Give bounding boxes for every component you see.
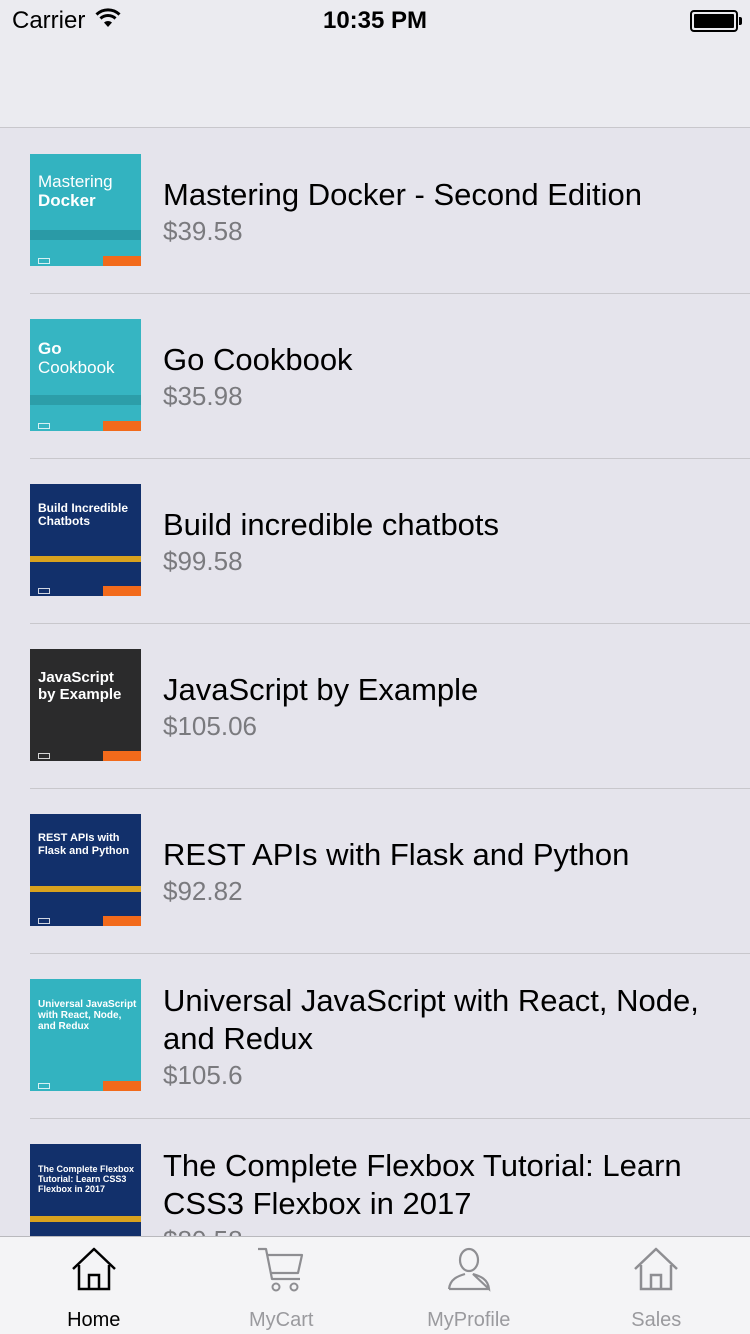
publisher-logo xyxy=(103,586,141,596)
book-cover: Universal JavaScript with React, Node, an… xyxy=(30,979,141,1091)
book-row[interactable]: JavaScript by Example JavaScript by Examp… xyxy=(0,624,750,789)
cover-text: Universal JavaScript xyxy=(38,999,137,1010)
book-row[interactable]: The Complete Flexbox Tutorial: Learn CSS3… xyxy=(0,1119,750,1236)
tab-myprofile[interactable]: MyProfile xyxy=(375,1237,563,1334)
cover-text: Build Incredible xyxy=(38,501,129,515)
cover-text: The Complete Flexbox xyxy=(38,1164,135,1174)
book-cover: JavaScript by Example xyxy=(30,649,141,761)
battery-icon xyxy=(690,10,742,32)
book-title: The Complete Flexbox Tutorial: Learn CSS… xyxy=(163,1147,682,1221)
book-icon xyxy=(38,423,50,429)
tab-label: Home xyxy=(67,1309,121,1331)
book-row[interactable]: REST APIs with Flask and Python REST APIs… xyxy=(0,789,750,954)
tab-label: MyProfile xyxy=(427,1309,511,1331)
book-title: Go Cookbook xyxy=(163,341,353,377)
cover-text: with React, Node, and Redux xyxy=(38,1010,122,1032)
publisher-logo xyxy=(103,1081,141,1091)
book-title: Universal JavaScript with React, Node, a… xyxy=(163,982,699,1056)
book-title: JavaScript by Example xyxy=(163,671,479,707)
book-price: $105.6 xyxy=(163,1059,243,1090)
cover-text: JavaScript xyxy=(38,669,114,686)
book-icon xyxy=(38,588,50,594)
book-icon xyxy=(38,753,50,759)
home-icon xyxy=(69,1245,119,1295)
book-cover: The Complete Flexbox Tutorial: Learn CSS3… xyxy=(30,1144,141,1236)
book-cover: REST APIs with Flask and Python xyxy=(30,814,141,926)
book-icon xyxy=(38,258,50,264)
cover-text: REST APIs with xyxy=(38,832,120,844)
publisher-logo xyxy=(103,421,141,431)
cover-text: Go xyxy=(38,339,62,358)
book-price: $35.98 xyxy=(163,380,243,411)
book-cover: Mastering Docker xyxy=(30,154,141,266)
book-price: $99.58 xyxy=(163,545,243,576)
book-price: $39.58 xyxy=(163,215,243,246)
cover-text: Docker xyxy=(38,191,96,210)
book-row[interactable]: Universal JavaScript with React, Node, an… xyxy=(0,954,750,1119)
cover-text: by Example xyxy=(38,686,122,703)
book-price: $105.06 xyxy=(163,710,257,741)
status-time: 10:35 PM xyxy=(322,7,428,34)
book-icon xyxy=(38,1083,50,1089)
tab-bar: Home MyCart MyProfile Sales xyxy=(0,1236,750,1334)
cart-icon xyxy=(256,1245,306,1295)
tab-label: Sales xyxy=(631,1309,682,1331)
book-row[interactable]: Go Cookbook Go Cookbook $35.98 xyxy=(0,294,750,459)
publisher-logo xyxy=(103,751,141,761)
tab-sales[interactable]: Sales xyxy=(563,1237,750,1334)
book-cover: Build Incredible Chatbots xyxy=(30,484,141,596)
book-title: Build incredible chatbots xyxy=(163,506,500,542)
tab-label: MyCart xyxy=(249,1309,314,1331)
tab-mycart[interactable]: MyCart xyxy=(188,1237,376,1334)
book-row[interactable]: Mastering Docker Mastering Docker - Secon… xyxy=(0,129,750,294)
book-price: $80.58 xyxy=(163,1223,730,1237)
profile-icon xyxy=(444,1245,494,1295)
tab-home[interactable]: Home xyxy=(0,1237,188,1334)
publisher-logo xyxy=(103,256,141,266)
book-title: Mastering Docker - Second Edition xyxy=(163,176,643,212)
book-price: $92.82 xyxy=(163,875,243,906)
cover-text: Chatbots xyxy=(38,514,90,528)
publisher-logo xyxy=(103,916,141,926)
book-icon xyxy=(38,918,50,924)
book-cover: Go Cookbook xyxy=(30,319,141,431)
cover-text: Tutorial: Learn CSS3 Flexbox in 2017 xyxy=(38,1174,127,1194)
cover-text: Cookbook xyxy=(38,358,115,377)
sales-icon xyxy=(631,1245,681,1295)
navigation-bar xyxy=(0,40,750,128)
cover-text: Mastering xyxy=(38,172,113,191)
book-title: REST APIs with Flask and Python xyxy=(163,836,630,872)
status-bar: Carrier 10:35 PM xyxy=(0,0,750,40)
book-row[interactable]: Build Incredible Chatbots Build incredibl… xyxy=(0,459,750,624)
book-list[interactable]: Mastering Docker Mastering Docker - Secon… xyxy=(0,129,750,1236)
cover-text: Flask and Python xyxy=(38,845,130,857)
